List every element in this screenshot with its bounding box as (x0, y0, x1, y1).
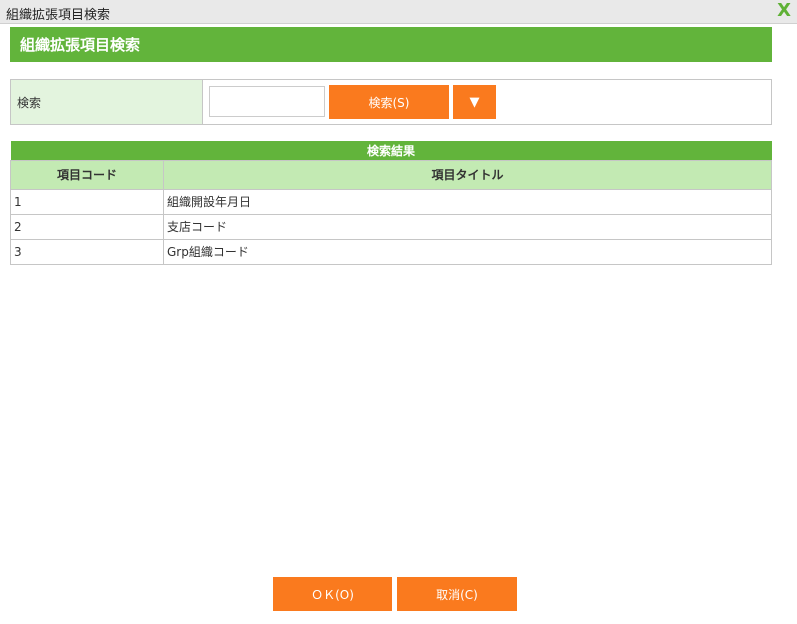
window-title: 組織拡張項目検索 (6, 8, 111, 23)
results-caption: 検索結果 (10, 141, 772, 160)
title-bar: 組織拡張項目検索 X (0, 0, 797, 24)
ok-button[interactable]: ＯＫ(O) (273, 577, 392, 611)
page-title: 組織拡張項目検索 (10, 27, 772, 62)
cell-title: 支店コード (163, 213, 772, 240)
column-header-title[interactable]: 項目タイトル (163, 159, 772, 190)
search-label: 検索 (11, 80, 203, 124)
cell-code: 1 (10, 188, 164, 215)
cell-title: 組織開設年月日 (163, 188, 772, 215)
search-input[interactable] (209, 86, 325, 117)
results-table: 検索結果 項目コード 項目タイトル 1 組織開設年月日 2 支店コード 3 Grp組織… (10, 141, 772, 265)
dropdown-button[interactable]: ▼ (453, 85, 496, 119)
cancel-button[interactable]: 取消(C) (397, 577, 517, 611)
cell-code: 3 (10, 238, 164, 265)
table-row[interactable]: 1 組織開設年月日 (10, 188, 772, 215)
close-icon[interactable]: X (777, 0, 791, 21)
search-panel: 検索 検索(S) ▼ (10, 79, 772, 125)
search-button[interactable]: 検索(S) (329, 85, 449, 119)
cell-code: 2 (10, 213, 164, 240)
column-header-code[interactable]: 項目コード (10, 159, 164, 190)
table-row[interactable]: 2 支店コード (10, 213, 772, 240)
cell-title: Grp組織コード (163, 238, 772, 265)
table-row[interactable]: 3 Grp組織コード (10, 238, 772, 265)
